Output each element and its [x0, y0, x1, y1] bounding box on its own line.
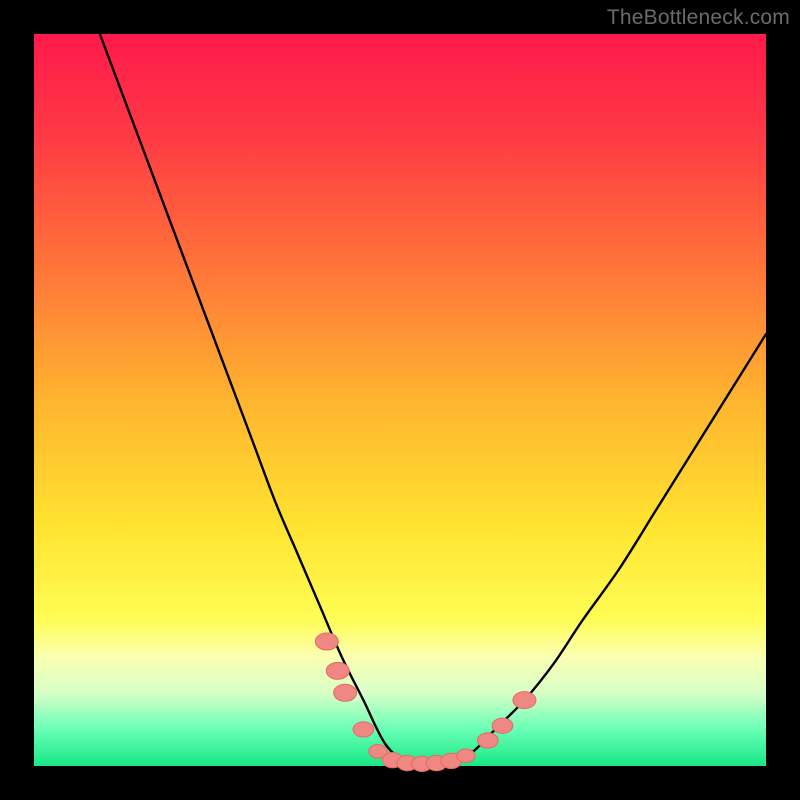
curve-markers: [315, 633, 536, 771]
curve-marker: [477, 733, 498, 748]
curve-marker: [326, 662, 349, 679]
bottleneck-curve: [100, 34, 766, 766]
curve-marker: [457, 749, 475, 763]
curve-marker: [353, 722, 374, 737]
chart-svg: [34, 34, 766, 766]
curve-marker: [492, 718, 513, 733]
watermark-text: TheBottleneck.com: [607, 6, 790, 30]
plot-area: [34, 34, 766, 766]
curve-marker: [334, 684, 357, 701]
curve-marker: [315, 633, 338, 650]
curve-marker: [513, 692, 536, 709]
chart-frame: TheBottleneck.com: [0, 0, 800, 800]
